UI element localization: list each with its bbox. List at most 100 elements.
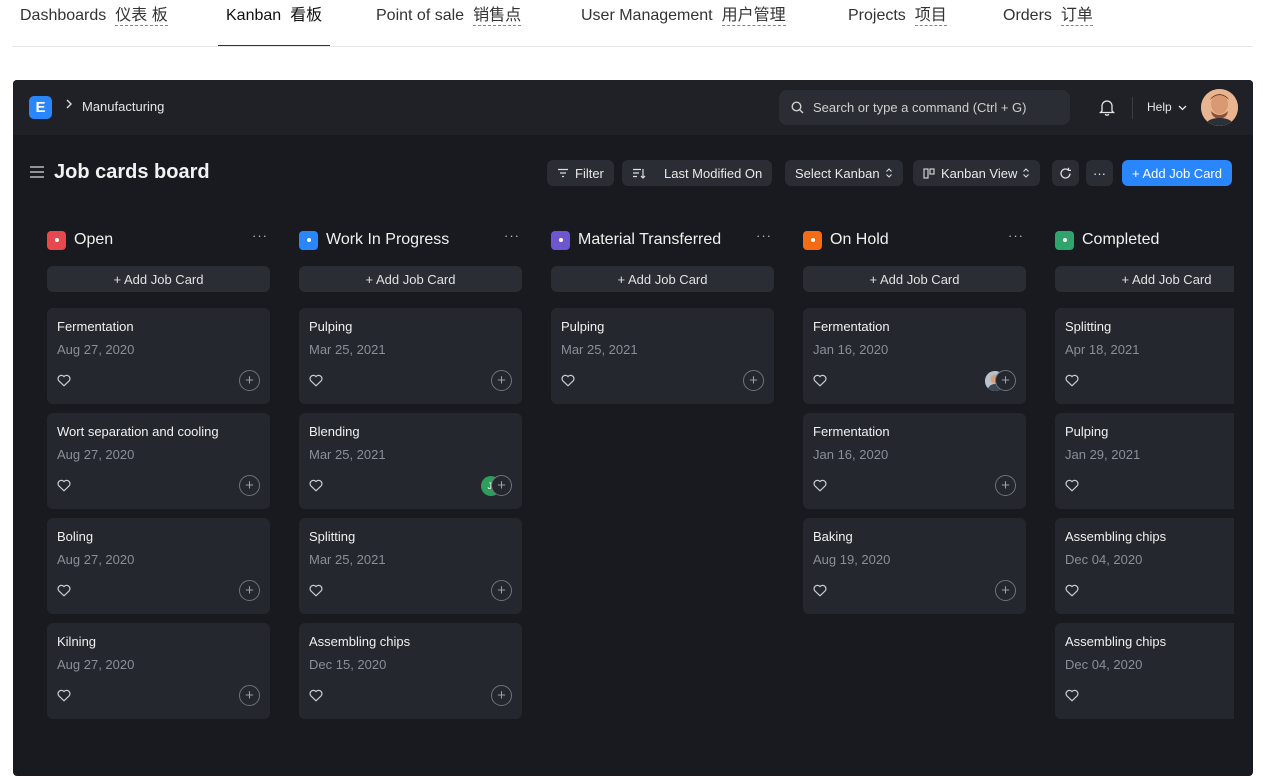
job-card[interactable]: Splitting Mar 25, 2021 + (299, 518, 522, 614)
column-add-job-card-button[interactable]: + Add Job Card (47, 266, 270, 292)
heart-icon[interactable] (57, 584, 71, 602)
app-logo[interactable]: E (29, 96, 52, 119)
tab-label: Projects (848, 7, 906, 24)
app-window: E Manufacturing Search or type a command… (13, 80, 1253, 776)
kanban-icon (923, 167, 935, 179)
more-label: ··· (1093, 165, 1106, 181)
add-assignee-button[interactable]: + (239, 685, 260, 706)
job-card[interactable]: Assembling chips Dec 15, 2020 + (299, 623, 522, 719)
tab-point-of-sale[interactable]: Point of sale 销售点 (376, 0, 522, 46)
card-date: Jan 29, 2021 (1065, 447, 1141, 462)
tab-label: Orders (1003, 7, 1052, 24)
card-date: Mar 25, 2021 (309, 447, 386, 462)
heart-icon[interactable] (309, 689, 323, 707)
column-more-button[interactable]: ··· (504, 228, 520, 243)
tab-label-zh: 看板 (290, 7, 323, 24)
tab-label: Point of sale (376, 7, 465, 24)
job-card[interactable]: Fermentation Jan 16, 2020 + (803, 308, 1026, 404)
add-job-card-button[interactable]: + Add Job Card (1122, 160, 1232, 186)
top-tab-bar: Dashboards 仪表 板 Kanban 看板 Point of sale 销售点… (0, 0, 1263, 47)
tab-dashboards[interactable]: Dashboards 仪表 板 (20, 0, 168, 46)
job-card[interactable]: Baking Aug 19, 2020 + (803, 518, 1026, 614)
kanban-view-dropdown[interactable]: Kanban View (913, 160, 1041, 186)
job-card[interactable]: Fermentation Aug 27, 2020 + (47, 308, 270, 404)
add-assignee-button[interactable]: + (995, 475, 1016, 496)
tab-kanban[interactable]: Kanban 看板 (217, 0, 331, 47)
tab-user-management[interactable]: User Management 用户管理 (581, 0, 786, 46)
add-assignee-button[interactable]: + (491, 580, 512, 601)
card-date: Jan 16, 2020 (813, 447, 889, 462)
breadcrumb[interactable]: Manufacturing (82, 99, 164, 114)
heart-icon[interactable] (309, 479, 323, 497)
status-dot-icon (803, 230, 822, 250)
tab-label-zh: 用户管理 (721, 7, 786, 26)
help-dropdown[interactable]: Help (1147, 100, 1187, 114)
card-date: Apr 18, 2021 (1065, 342, 1140, 357)
status-dot-icon (551, 230, 570, 250)
tab-label-zh: 项目 (914, 7, 947, 26)
add-assignee-button[interactable]: + (491, 685, 512, 706)
add-assignee-button[interactable]: + (239, 580, 260, 601)
chevron-right-icon (65, 98, 73, 113)
heart-icon[interactable] (813, 584, 827, 602)
job-card[interactable]: BlendingMar 25, 2021J.+ (299, 413, 522, 509)
heart-icon[interactable] (57, 689, 71, 707)
job-card[interactable]: Pulping Mar 25, 2021 + (551, 308, 774, 404)
column-title: Open (74, 231, 114, 248)
column-add-job-card-button[interactable]: + Add Job Card (299, 266, 522, 292)
card-title: Splitting (309, 529, 356, 544)
job-card[interactable]: Fermentation Jan 16, 2020 + (803, 413, 1026, 509)
heart-icon[interactable] (813, 374, 827, 392)
avatar[interactable] (1201, 89, 1238, 126)
job-card[interactable]: Pulping Mar 25, 2021 + (299, 308, 522, 404)
add-assignee-button[interactable]: + (239, 370, 260, 391)
heart-icon[interactable] (813, 479, 827, 497)
refresh-button[interactable] (1052, 160, 1079, 186)
job-card[interactable]: SplittingApr 18, 2021+ (1055, 308, 1234, 404)
heart-icon[interactable] (1065, 479, 1079, 497)
heart-icon[interactable] (57, 479, 71, 497)
column-more-button[interactable]: ··· (1008, 228, 1024, 243)
job-card[interactable]: PulpingJan 29, 2021+ (1055, 413, 1234, 509)
heart-icon[interactable] (1065, 584, 1079, 602)
heart-icon[interactable] (561, 374, 575, 392)
heart-icon[interactable] (57, 374, 71, 392)
add-assignee-button[interactable]: + (491, 370, 512, 391)
column-add-job-card-button[interactable]: + Add Job Card (1055, 266, 1234, 292)
job-card[interactable]: Kilning Aug 27, 2020 + (47, 623, 270, 719)
column-more-button[interactable]: ··· (756, 228, 772, 243)
chevron-updown-icon (885, 168, 892, 178)
kanban-column-on-hold: On Hold ··· + Add Job Card Fermentation Jan … (803, 226, 1026, 614)
column-add-job-card-button[interactable]: + Add Job Card (803, 266, 1026, 292)
job-card[interactable]: Boling Aug 27, 2020 + (47, 518, 270, 614)
job-card[interactable]: Assembling chipsDec 04, 2020+ (1055, 623, 1234, 719)
column-add-job-card-button[interactable]: + Add Job Card (551, 266, 774, 292)
tab-label-zh: 仪表 板 (115, 7, 168, 26)
add-assignee-button[interactable]: + (239, 475, 260, 496)
add-assignee-button[interactable]: + (743, 370, 764, 391)
add-assignee-button[interactable]: + (995, 370, 1016, 391)
card-title: Fermentation (813, 424, 890, 439)
tab-orders[interactable]: Orders 订单 (1003, 0, 1093, 46)
heart-icon[interactable] (309, 584, 323, 602)
heart-icon[interactable] (1065, 689, 1079, 707)
tab-projects[interactable]: Projects 项目 (848, 0, 947, 46)
add-job-card-label: + Add Job Card (1132, 165, 1222, 181)
column-more-button[interactable]: ··· (252, 228, 268, 243)
select-kanban-dropdown[interactable]: Select Kanban (785, 160, 903, 186)
column-header: On Hold ··· (803, 226, 1026, 254)
more-button[interactable]: ··· (1086, 160, 1113, 186)
heart-icon[interactable] (1065, 374, 1079, 392)
add-assignee-button[interactable]: + (995, 580, 1016, 601)
refresh-icon (1060, 167, 1071, 179)
filter-button[interactable]: Filter (547, 160, 614, 186)
job-card[interactable]: Assembling chipsDec 04, 2020+ (1055, 518, 1234, 614)
card-date: Mar 25, 2021 (309, 552, 386, 567)
search-input[interactable]: Search or type a command (Ctrl + G) (779, 90, 1070, 125)
menu-icon[interactable] (29, 165, 45, 184)
sort-button[interactable]: Last Modified On (622, 160, 773, 186)
bell-icon[interactable] (1098, 98, 1116, 121)
add-assignee-button[interactable]: + (491, 475, 512, 496)
heart-icon[interactable] (309, 374, 323, 392)
job-card[interactable]: Wort separation and cooling Aug 27, 2020 + (47, 413, 270, 509)
